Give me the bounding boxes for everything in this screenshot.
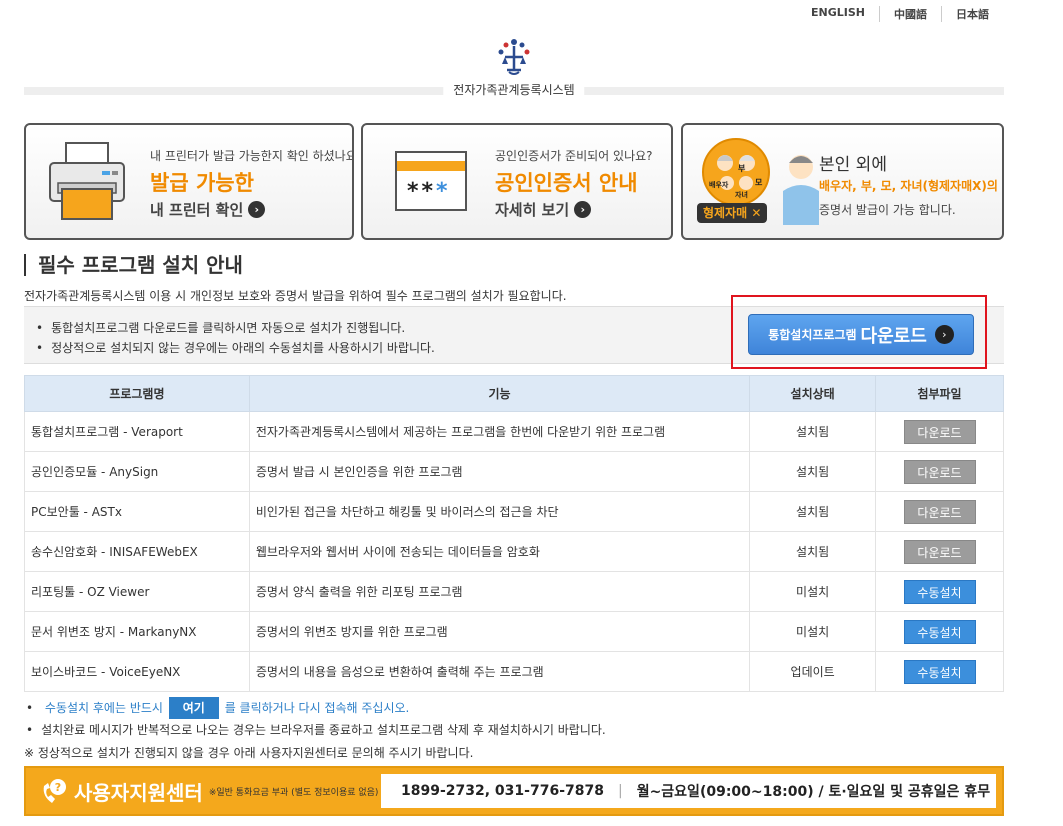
chevron-right-icon: › [574, 201, 592, 218]
program-function: 전자가족관계등록시스템에서 제공하는 프로그램을 한번에 다운받기 위한 프로그… [248, 411, 750, 452]
reinstall-notice: 설치완료 메시지가 반복적으로 나오는 경우는 브라우저를 종료하고 설치프로그… [26, 719, 606, 741]
certificate-detail-link[interactable]: 자세히 보기 › [495, 199, 592, 220]
table-row: 리포팅툴 - OZ Viewer 증명서 양식 출력을 위한 리포팅 프로그램 … [24, 571, 1004, 612]
certificate-question: 공인인증서가 준비되어 있나요? [495, 149, 653, 163]
printer-check-link[interactable]: 내 프린터 확인 › [150, 199, 266, 220]
family-line3: 증명서 발급이 가능 합니다. [819, 203, 956, 217]
after-install-notes: 수동설치 후에는 반드시 여기 를 클릭하거나 다시 접속해 주십시오. 설치완… [26, 697, 606, 741]
lang-japanese-link[interactable]: 日本語 [941, 6, 1003, 22]
lang-english-link[interactable]: ENGLISH [797, 6, 879, 22]
section-title: 필수 프로그램 설치 안내 [24, 254, 243, 276]
lang-chinese-link[interactable]: 中國語 [879, 6, 941, 22]
install-status: 설치됨 [749, 531, 876, 572]
certificate-detail-label: 자세히 보기 [495, 201, 570, 219]
certificate-headline: 공인인증서 안내 [495, 171, 638, 195]
printer-question: 내 프린터가 발급 가능한지 확인 하셨나요? [150, 149, 354, 163]
certificate-guide-card[interactable]: *** 공인인증서가 준비되어 있나요? 공인인증서 안내 자세히 보기 › [361, 123, 673, 240]
here-link[interactable]: 여기 [168, 697, 219, 719]
system-title: 전자가족관계등록시스템 [443, 81, 585, 98]
family-info-card: 배우자 부 모 자녀 형제자매 ✕ 본인 외에 배우자, 부, 모, 자녀(형제… [681, 123, 1004, 240]
program-function: 비인가된 접근을 차단하고 해킹툴 및 바이러스의 접근을 차단 [248, 491, 750, 532]
download-button-label: 다운로드 [860, 325, 927, 347]
program-name: 리포팅툴 - OZ Viewer [24, 571, 250, 612]
header-function: 기능 [248, 375, 751, 412]
svg-text:?: ? [55, 781, 61, 794]
table-row: 문서 위변조 방지 - MarkanyNX 증명서의 위변조 방지를 위한 프로… [24, 611, 1004, 652]
install-status: 미설치 [749, 611, 876, 652]
program-name: 송수신암호화 - INISAFEWebEX [24, 531, 250, 572]
install-status: 설치됨 [749, 451, 876, 492]
table-row: 송수신암호화 - INISAFEWebEX 웹브라우저와 웹서버 사이에 전송되… [24, 531, 1004, 572]
header-program-name: 프로그램명 [24, 375, 250, 412]
download-button[interactable]: 다운로드 [903, 499, 976, 524]
program-function: 증명서 양식 출력을 위한 리포팅 프로그램 [248, 571, 750, 612]
download-button[interactable]: 다운로드 [903, 539, 976, 564]
program-name: 공인인증모듈 - AnySign [24, 451, 250, 492]
support-title-block: ? 사용자지원센터 ※일반 통화요금 부과 (별도 정보이용료 없음) [40, 777, 378, 806]
program-function: 증명서의 위변조 방지를 위한 프로그램 [248, 611, 750, 652]
printer-headline: 발급 가능한 [150, 171, 254, 195]
install-status: 업데이트 [749, 651, 876, 692]
language-menu: ENGLISH 中國語 日本語 [797, 6, 1003, 22]
bubble-mother: 모 [755, 178, 763, 187]
support-title: 사용자지원센터 [74, 781, 203, 805]
info-cards: 내 프린터가 발급 가능한지 확인 하셨나요? 발급 가능한 내 프린터 확인 … [24, 123, 1004, 240]
support-phones: 1899-2732, 031-776-7878 [401, 783, 604, 799]
court-logo-icon[interactable] [489, 30, 539, 80]
printer-icon [49, 142, 125, 220]
program-name: PC보안툴 - ASTx [24, 491, 250, 532]
download-button-prefix: 통합설치프로그램 [768, 328, 857, 342]
support-contact: 1899-2732, 031-776-7878 | 월~금요일(09:00~18… [381, 774, 996, 808]
download-button[interactable]: 다운로드 [903, 419, 976, 444]
table-row: 공인인증모듈 - AnySign 증명서 발급 시 본인인증을 위한 프로그램 … [24, 451, 1004, 492]
manual-install-button[interactable]: 수동설치 [903, 659, 976, 684]
chevron-right-icon: › [248, 201, 266, 218]
site-header: 전자가족관계등록시스템 [24, 30, 1004, 98]
table-row: 통합설치프로그램 - Veraport 전자가족관계등록시스템에서 제공하는 프… [24, 411, 1004, 452]
program-function: 증명서의 내용을 음성으로 변환하여 출력해 주는 프로그램 [248, 651, 750, 692]
table-row: 보이스바코드 - VoiceEyeNX 증명서의 내용을 음성으로 변환하여 출… [24, 651, 1004, 692]
support-warning: ※ 정상적으로 설치가 진행되지 않을 경우 아래 사용자지원센터로 문의해 주… [24, 746, 474, 760]
person-illustration-icon [783, 155, 819, 225]
program-name: 문서 위변조 방지 - MarkanyNX [24, 611, 250, 652]
install-status: 설치됨 [749, 491, 876, 532]
program-table: 프로그램명 기능 설치상태 첨부파일 통합설치프로그램 - Veraport 전… [24, 375, 1004, 692]
chevron-right-icon: › [934, 325, 954, 344]
program-function: 웹브라우저와 웹서버 사이에 전송되는 데이터들을 암호화 [248, 531, 750, 572]
download-button[interactable]: 다운로드 [903, 459, 976, 484]
bubble-spouse: 배우자 [709, 181, 729, 189]
manual-install-button[interactable]: 수동설치 [903, 619, 976, 644]
header-attachment: 첨부파일 [875, 375, 1004, 412]
header-status: 설치상태 [749, 375, 877, 412]
sibling-badge: 형제자매 ✕ [697, 203, 768, 223]
family-line2: 배우자, 부, 모, 자녀(형제자매X)의 [819, 179, 998, 193]
support-center-banner: ? 사용자지원센터 ※일반 통화요금 부과 (별도 정보이용료 없음) 1899… [24, 766, 1004, 816]
phone-question-icon: ? [43, 778, 66, 803]
manual-install-button[interactable]: 수동설치 [903, 579, 976, 604]
close-icon: ✕ [751, 206, 762, 220]
support-hours: 월~금요일(09:00~18:00) / 토·일요일 및 공휴일은 휴무 [636, 784, 991, 800]
install-status: 설치됨 [749, 411, 876, 452]
bubble-father: 부 [738, 164, 746, 173]
notice-item: 통합설치프로그램 다운로드를 클릭하시면 자동으로 설치가 진행됩니다. [36, 318, 435, 338]
family-line1: 본인 외에 [819, 155, 887, 175]
program-name: 통합설치프로그램 - Veraport [24, 411, 250, 452]
integrated-download-button[interactable]: 통합설치프로그램 다운로드 › [748, 314, 974, 355]
program-function: 증명서 발급 시 본인인증을 위한 프로그램 [248, 451, 750, 492]
section-description: 전자가족관계등록시스템 이용 시 개인정보 보호와 증명서 발급을 위하여 필수… [24, 289, 567, 303]
printer-check-label: 내 프린터 확인 [150, 201, 244, 219]
notice-item: 정상적으로 설치되지 않는 경우에는 아래의 수동설치를 사용하시기 바랍니다. [36, 338, 435, 358]
reload-notice: 수동설치 후에는 반드시 여기 를 클릭하거나 다시 접속해 주십시오. [26, 697, 606, 719]
program-name: 보이스바코드 - VoiceEyeNX [24, 651, 250, 692]
printer-check-card[interactable]: 내 프린터가 발급 가능한지 확인 하셨나요? 발급 가능한 내 프린터 확인 … [24, 123, 354, 240]
support-separator: | [617, 783, 623, 799]
table-header-row: 프로그램명 기능 설치상태 첨부파일 [24, 375, 1004, 412]
masked-password: *** [407, 179, 451, 204]
install-status: 미설치 [749, 571, 876, 612]
table-row: PC보안툴 - ASTx 비인가된 접근을 차단하고 해킹툴 및 바이러스의 접… [24, 491, 1004, 532]
support-note: ※일반 통화요금 부과 (별도 정보이용료 없음) [208, 788, 379, 798]
bubble-child: 자녀 [735, 191, 748, 199]
